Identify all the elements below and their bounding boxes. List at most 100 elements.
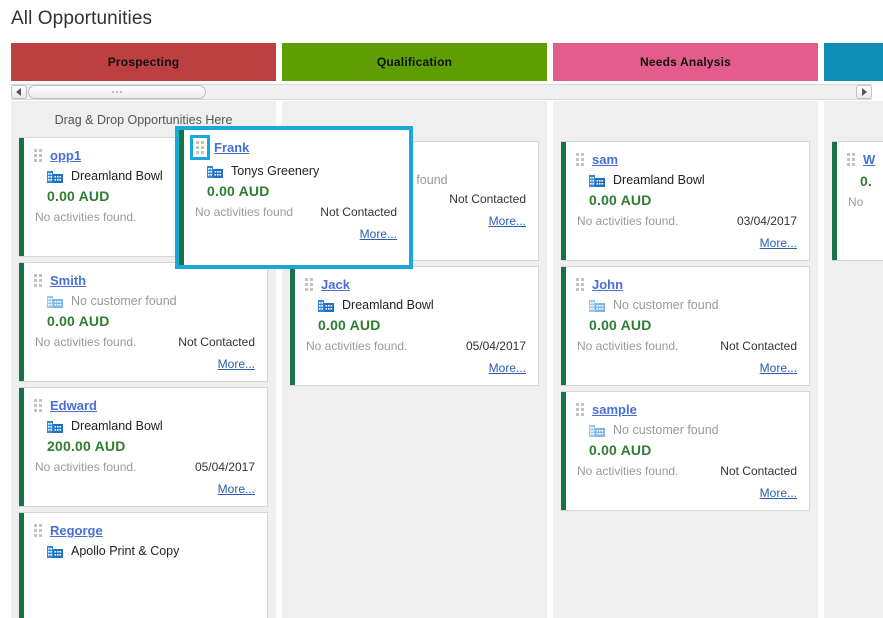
activity-status: No activities found. <box>35 460 137 474</box>
customer-row: No customer found <box>589 423 797 437</box>
opportunity-link[interactable]: sam <box>592 152 618 167</box>
card-meta-row: No activities found. Not Contacted <box>577 339 797 353</box>
building-icon <box>318 300 334 312</box>
drag-handle-icon[interactable] <box>575 277 585 292</box>
stage-column-needs-analysis[interactable]: sam Dreamland Bowl 0.00 AUD No activities f… <box>553 101 818 618</box>
more-link[interactable]: More... <box>489 214 526 228</box>
drag-handle-icon[interactable] <box>575 152 585 167</box>
more-link[interactable]: More... <box>218 482 255 496</box>
drag-handle-icon[interactable] <box>304 277 314 292</box>
customer-name: No customer found <box>71 294 177 308</box>
customer-name: Dreamland Bowl <box>613 173 705 187</box>
card-meta-row: No activities found. 05/04/2017 <box>35 460 255 474</box>
customer-row: No customer found <box>589 298 797 312</box>
card-header: John <box>575 277 797 292</box>
customer-name: No customer found <box>613 298 719 312</box>
more-link[interactable]: More... <box>760 236 797 250</box>
more-link[interactable]: More... <box>489 361 526 375</box>
more-link[interactable]: More... <box>218 357 255 371</box>
card-meta-row: No activities found. 03/04/2017 <box>577 214 797 228</box>
opportunity-card[interactable]: sample No customer found 0.00 AUD No activi… <box>561 391 810 511</box>
card-meta-row: No activities found Not Contacted <box>195 205 397 219</box>
grip-dots-icon <box>112 91 122 93</box>
opportunity-card[interactable]: Jack Dreamland Bowl 0.00 AUD No activities … <box>290 266 539 386</box>
opportunity-link[interactable]: Frank <box>214 140 249 155</box>
opportunity-link[interactable]: Regorge <box>50 523 103 538</box>
drag-handle-icon[interactable] <box>33 148 43 163</box>
opportunity-amount: 0.00 AUD <box>589 192 652 208</box>
activity-status: No <box>848 195 864 209</box>
chevron-right-icon <box>862 88 867 96</box>
drag-handle-icon[interactable] <box>33 398 43 413</box>
customer-row: Tonys Greenery <box>207 164 397 178</box>
activity-status: No activities found. <box>35 210 137 224</box>
customer-row: Dreamland Bowl <box>589 173 797 187</box>
more-link[interactable]: More... <box>760 361 797 375</box>
opportunity-card[interactable]: Regorge Apollo Print & Copy <box>19 512 268 618</box>
card-header: sam <box>575 152 797 167</box>
card-more-row: More... <box>304 359 526 377</box>
contact-status: Not Contacted <box>720 464 797 478</box>
chevron-left-icon <box>16 88 21 96</box>
activity-status: No activities found. <box>577 464 679 478</box>
card-header: Edward <box>33 398 255 413</box>
drag-handle-icon[interactable] <box>846 152 856 167</box>
opportunity-card[interactable]: sam Dreamland Bowl 0.00 AUD No activities f… <box>561 141 810 261</box>
stage-tab-bar: Prospecting Qualification Needs Analysis <box>11 43 883 81</box>
opportunity-amount: 0.00 AUD <box>589 317 652 333</box>
opportunity-link[interactable]: W <box>863 152 875 167</box>
stage-tab-label: Needs Analysis <box>639 55 732 69</box>
activity-status: No activities found <box>195 205 294 219</box>
opportunity-amount: 0.00 AUD <box>589 442 652 458</box>
contact-status: 03/04/2017 <box>736 214 797 228</box>
scroll-left-button[interactable] <box>11 85 27 99</box>
drag-handle-icon[interactable] <box>33 273 43 288</box>
stage-tab-qualification[interactable]: Qualification <box>282 43 547 81</box>
opportunity-link[interactable]: sample <box>592 402 637 417</box>
building-icon <box>589 425 605 437</box>
opportunity-card[interactable]: Edward Dreamland Bowl 200.00 AUD No activit… <box>19 387 268 507</box>
card-more-row: More... <box>575 484 797 502</box>
opportunity-card[interactable]: Smith No customer found 0.00 AUD No activit… <box>19 262 268 382</box>
opportunity-link[interactable]: opp1 <box>50 148 81 163</box>
page-title: All Opportunities <box>11 8 153 29</box>
opportunity-card[interactable]: John No customer found 0.00 AUD No activiti… <box>561 266 810 386</box>
drag-preview-card[interactable]: Frank Tonys Greenery 0.00 AUD No activit… <box>175 126 413 269</box>
stage-tab-needs-analysis[interactable]: Needs Analysis <box>553 43 818 81</box>
opportunity-amount: 0.00 AUD <box>318 317 381 333</box>
drag-handle-icon[interactable] <box>190 135 210 160</box>
more-link[interactable]: More... <box>360 227 397 241</box>
card-meta-row: No activities found. Not Contacted <box>35 335 255 349</box>
contact-status: 05/04/2017 <box>465 339 526 353</box>
more-link[interactable]: More... <box>760 486 797 500</box>
contact-status: Not Contacted <box>720 339 797 353</box>
opportunity-link[interactable]: Smith <box>50 273 86 288</box>
activity-status: No activities found. <box>577 214 679 228</box>
horizontal-scrollbar[interactable] <box>11 84 872 100</box>
opportunity-card[interactable]: W 0. No <box>832 141 883 261</box>
contact-status: 05/04/2017 <box>194 460 255 474</box>
stage-tab-next[interactable] <box>824 43 883 81</box>
building-icon <box>47 171 63 183</box>
opportunity-link[interactable]: Jack <box>321 277 350 292</box>
customer-row: No customer found <box>47 294 255 308</box>
stage-column-next[interactable]: W 0. No <box>824 101 883 618</box>
building-icon <box>47 421 63 433</box>
column-spacer <box>832 107 883 141</box>
scrollbar-track[interactable] <box>28 85 855 99</box>
card-meta-row: No activities found. 05/04/2017 <box>306 339 526 353</box>
card-header: sample <box>575 402 797 417</box>
card-header: W <box>846 152 883 167</box>
opportunity-link[interactable]: Edward <box>50 398 97 413</box>
card-more-row: More... <box>33 480 255 498</box>
drag-handle-icon[interactable] <box>33 523 43 538</box>
card-header: Jack <box>304 277 526 292</box>
activity-status: No activities found. <box>35 335 137 349</box>
scroll-right-button[interactable] <box>856 85 872 99</box>
building-icon <box>47 546 63 558</box>
customer-row: Apollo Print & Copy <box>47 544 255 558</box>
drag-handle-icon[interactable] <box>575 402 585 417</box>
opportunity-link[interactable]: John <box>592 277 623 292</box>
stage-tab-prospecting[interactable]: Prospecting <box>11 43 276 81</box>
scrollbar-thumb[interactable] <box>28 85 206 99</box>
